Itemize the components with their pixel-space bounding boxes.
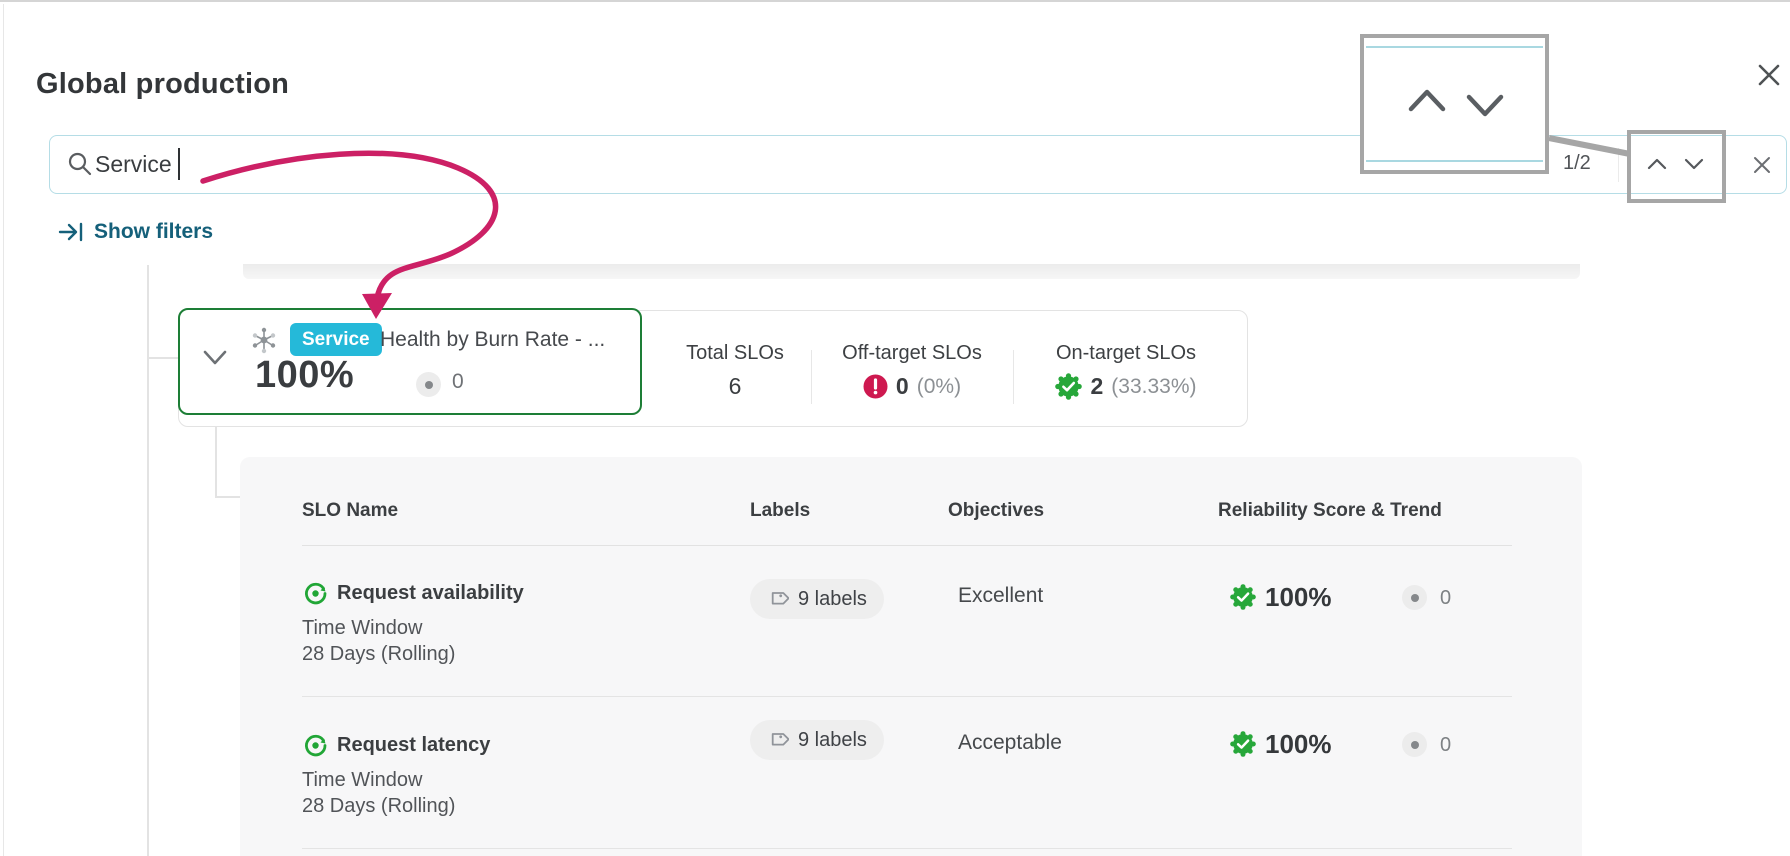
tag-icon	[767, 729, 789, 751]
page-title: Global production	[36, 68, 290, 100]
service-node-icon	[251, 326, 277, 354]
stat-percent: (33.33%)	[1111, 374, 1197, 398]
stat-label: On-target SLOs	[1055, 342, 1197, 364]
zoom-callout-box	[1360, 34, 1549, 174]
stat-percent: (0%)	[916, 374, 962, 398]
slo-target-icon	[303, 581, 328, 606]
service-score: 100%	[255, 354, 355, 396]
seal-check-icon	[1230, 731, 1256, 757]
magnified-border-line	[1366, 46, 1543, 48]
stat-value: 2	[1090, 373, 1104, 399]
labels-pill[interactable]: 9 labels	[750, 579, 884, 619]
next-match-icon-magnified	[1464, 92, 1506, 120]
service-trend-count: 0	[452, 370, 464, 393]
zoom-target-frame	[1627, 130, 1726, 203]
tag-icon	[767, 588, 789, 610]
slo-table-panel: SLO Name Labels Objectives Reliability S…	[240, 457, 1582, 856]
labels-count: 9 labels	[798, 728, 867, 751]
collapse-chevron-icon[interactable]	[203, 350, 227, 366]
labels-count: 9 labels	[798, 587, 867, 610]
time-window-label: Time Window	[302, 769, 423, 791]
service-type-badge-label: Service	[302, 328, 370, 350]
divider	[302, 545, 1512, 546]
column-header-labels: Labels	[750, 500, 811, 521]
stat-value: 0	[895, 373, 909, 399]
reliability-score: 100%	[1265, 582, 1332, 612]
clear-search-icon[interactable]	[1753, 156, 1771, 174]
stat-value: 6	[728, 373, 742, 399]
tree-line	[147, 265, 149, 856]
alert-circle-icon	[863, 374, 888, 399]
trend-count: 0	[1440, 587, 1452, 609]
trend-dot-pill	[1402, 732, 1427, 757]
search-match-highlight[interactable]	[178, 308, 642, 415]
text-caret	[178, 148, 180, 180]
trend-count: 0	[1440, 734, 1452, 756]
seal-check-icon	[1230, 584, 1256, 610]
service-name[interactable]: Health by Burn Rate - ...	[380, 328, 605, 352]
match-counter: 1/2	[1563, 152, 1591, 174]
tree-line	[215, 496, 240, 498]
show-filters-label: Show filters	[94, 220, 214, 243]
objective-value: Acceptable	[958, 731, 1062, 754]
stat-off-target-slos: Off-target SLOs 0 (0%)	[826, 342, 998, 400]
slo-tree-modal: Global production 1/2	[0, 0, 1790, 856]
stat-label: Total SLOs	[686, 342, 784, 364]
magnified-border-line	[1366, 160, 1543, 162]
stat-total-slos: Total SLOs 6	[660, 342, 810, 400]
search-icon	[66, 150, 94, 178]
previous-match-icon-magnified	[1406, 86, 1448, 114]
tree-line	[147, 357, 178, 359]
arrow-to-bar-icon	[58, 220, 85, 244]
stat-label: Off-target SLOs	[842, 342, 982, 364]
divider	[1618, 148, 1619, 182]
trend-dot-pill	[416, 372, 441, 397]
stat-on-target-slos: On-target SLOs 2 (33.33%)	[1028, 342, 1224, 400]
trend-dot-pill	[1402, 585, 1427, 610]
previous-panel-edge	[243, 264, 1580, 279]
time-window-label: Time Window	[302, 617, 423, 639]
time-window-value: 28 Days (Rolling)	[302, 795, 456, 817]
slo-name[interactable]: Request availability	[337, 582, 524, 605]
column-header-score-trend: Reliability Score & Trend	[1218, 500, 1442, 521]
search-input[interactable]	[95, 146, 395, 182]
divider	[811, 350, 812, 404]
slo-target-icon	[303, 733, 328, 758]
seal-check-icon	[1055, 373, 1083, 400]
reliability-score: 100%	[1265, 729, 1332, 759]
show-filters-link[interactable]: Show filters	[58, 220, 213, 244]
objective-value: Excellent	[958, 584, 1044, 607]
service-type-badge: Service	[290, 323, 382, 356]
time-window-value: 28 Days (Rolling)	[302, 643, 456, 665]
modal-left-edge	[3, 4, 4, 856]
slo-name[interactable]: Request latency	[337, 734, 490, 757]
divider	[302, 696, 1512, 697]
divider	[1013, 350, 1014, 404]
labels-pill[interactable]: 9 labels	[750, 720, 884, 760]
close-icon[interactable]	[1755, 61, 1783, 89]
divider	[302, 848, 1512, 849]
column-header-objectives: Objectives	[948, 500, 1045, 521]
column-header-slo-name: SLO Name	[302, 500, 399, 521]
